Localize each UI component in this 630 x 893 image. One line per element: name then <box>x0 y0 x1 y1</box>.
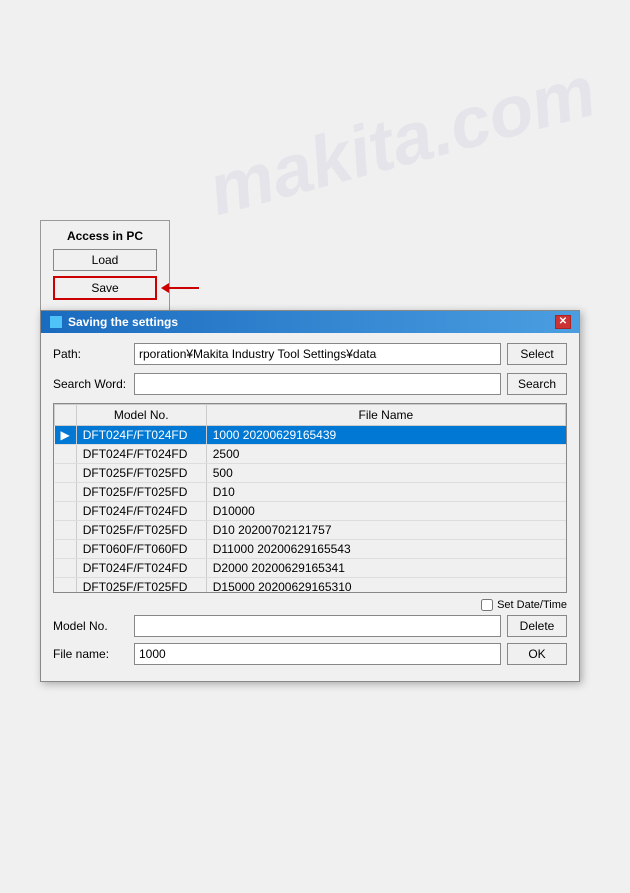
row-model-cell: DFT024F/FT024FD <box>76 426 206 445</box>
arrow-head-icon <box>161 283 169 293</box>
row-filename-cell: D15000 20200629165310 <box>206 578 565 593</box>
row-filename-cell: 2500 <box>206 445 565 464</box>
search-word-row: Search Word: Search <box>53 373 567 395</box>
table-row[interactable]: DFT024F/FT024FD2500 <box>55 445 566 464</box>
file-name-row: File name: OK <box>53 643 567 665</box>
row-filename-cell: D10 20200702121757 <box>206 521 565 540</box>
row-model-cell: DFT025F/FT025FD <box>76 521 206 540</box>
col-filename-header: File Name <box>206 405 565 426</box>
save-button[interactable]: Save <box>53 276 157 300</box>
saving-settings-dialog: Saving the settings ✕ Path: Select Searc… <box>40 310 580 682</box>
row-filename-cell: D2000 20200629165341 <box>206 559 565 578</box>
file-table: Model No. File Name ▶DFT024F/FT024FD1000… <box>54 404 566 592</box>
row-model-cell: DFT024F/FT024FD <box>76 445 206 464</box>
table-row[interactable]: DFT025F/FT025FD500 <box>55 464 566 483</box>
row-arrow-cell <box>55 464 77 483</box>
file-name-input[interactable] <box>134 643 501 665</box>
row-model-cell: DFT024F/FT024FD <box>76 502 206 521</box>
model-no-row: Model No. Delete <box>53 615 567 637</box>
path-label: Path: <box>53 347 128 361</box>
file-name-label: File name: <box>53 647 128 661</box>
table-row[interactable]: ▶DFT024F/FT024FD1000 20200629165439 <box>55 426 566 445</box>
table-row[interactable]: DFT025F/FT025FDD15000 20200629165310 <box>55 578 566 593</box>
row-arrow-cell <box>55 559 77 578</box>
row-filename-cell: D10000 <box>206 502 565 521</box>
search-word-label: Search Word: <box>53 377 128 391</box>
row-arrow-cell <box>55 445 77 464</box>
row-filename-cell: 500 <box>206 464 565 483</box>
row-model-cell: DFT025F/FT025FD <box>76 483 206 502</box>
path-row: Path: Select <box>53 343 567 365</box>
row-arrow-cell <box>55 483 77 502</box>
load-button[interactable]: Load <box>53 249 157 271</box>
row-model-cell: DFT025F/FT025FD <box>76 578 206 593</box>
row-filename-cell: D10 <box>206 483 565 502</box>
access-in-pc-panel: Access in PC Load Save <box>40 220 170 316</box>
ok-button[interactable]: OK <box>507 643 567 665</box>
dialog-title: Saving the settings <box>68 315 178 329</box>
datetime-row: Set Date/Time <box>53 599 567 611</box>
dialog-icon <box>49 315 63 329</box>
table-row[interactable]: DFT024F/FT024FDD2000 20200629165341 <box>55 559 566 578</box>
col-model-header: Model No. <box>76 405 206 426</box>
row-model-cell: DFT060F/FT060FD <box>76 540 206 559</box>
row-arrow-cell <box>55 502 77 521</box>
bottom-section: Model No. Delete File name: OK <box>53 615 567 665</box>
table-body: ▶DFT024F/FT024FD1000 20200629165439DFT02… <box>55 426 566 593</box>
row-model-cell: DFT024F/FT024FD <box>76 559 206 578</box>
search-word-input[interactable] <box>134 373 501 395</box>
delete-button[interactable]: Delete <box>507 615 567 637</box>
access-panel-title: Access in PC <box>53 229 157 243</box>
dialog-close-button[interactable]: ✕ <box>555 315 571 329</box>
arrow-indicator <box>161 283 199 293</box>
search-button[interactable]: Search <box>507 373 567 395</box>
row-arrow-cell <box>55 540 77 559</box>
col-arrow-header <box>55 405 77 426</box>
dialog-body: Path: Select Search Word: Search Model N… <box>41 333 579 681</box>
table-row[interactable]: DFT024F/FT024FDD10000 <box>55 502 566 521</box>
table-row[interactable]: DFT060F/FT060FDD11000 20200629165543 <box>55 540 566 559</box>
arrow-line-icon <box>169 287 199 289</box>
watermark: makita.com <box>200 50 604 232</box>
model-no-label: Model No. <box>53 619 128 633</box>
row-model-cell: DFT025F/FT025FD <box>76 464 206 483</box>
row-arrow-cell <box>55 521 77 540</box>
file-table-scroll[interactable]: Model No. File Name ▶DFT024F/FT024FD1000… <box>54 404 566 592</box>
row-filename-cell: D11000 20200629165543 <box>206 540 565 559</box>
row-arrow-cell <box>55 578 77 593</box>
dialog-titlebar: Saving the settings ✕ <box>41 311 579 333</box>
file-table-container: Model No. File Name ▶DFT024F/FT024FD1000… <box>53 403 567 593</box>
dialog-title-left: Saving the settings <box>49 315 178 329</box>
row-filename-cell: 1000 20200629165439 <box>206 426 565 445</box>
model-no-input[interactable] <box>134 615 501 637</box>
row-arrow-cell: ▶ <box>55 426 77 445</box>
set-datetime-label: Set Date/Time <box>497 599 567 611</box>
set-datetime-checkbox[interactable] <box>481 599 493 611</box>
table-row[interactable]: DFT025F/FT025FDD10 20200702121757 <box>55 521 566 540</box>
path-input[interactable] <box>134 343 501 365</box>
select-button[interactable]: Select <box>507 343 567 365</box>
table-row[interactable]: DFT025F/FT025FDD10 <box>55 483 566 502</box>
table-header-row: Model No. File Name <box>55 405 566 426</box>
